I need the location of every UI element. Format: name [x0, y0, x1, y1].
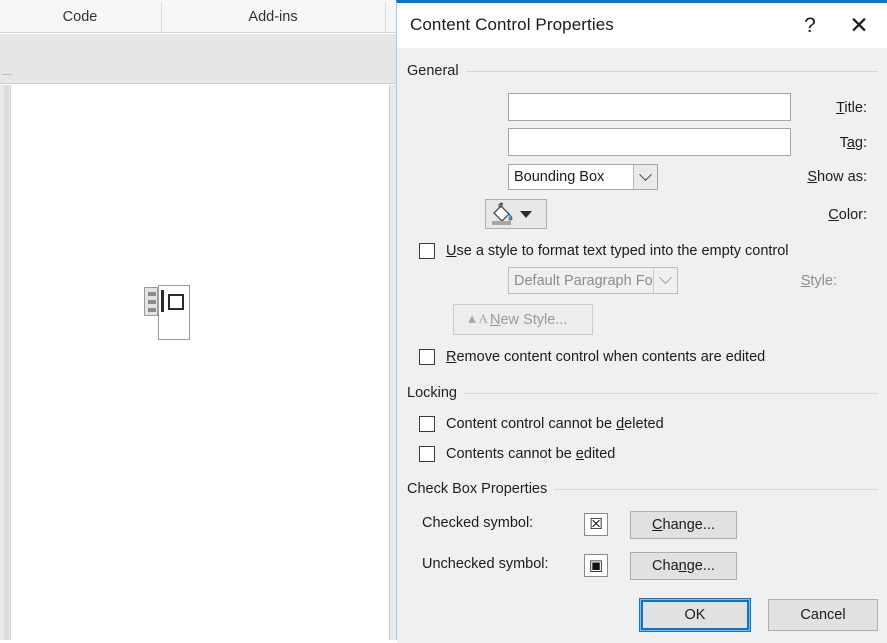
ribbon-group-add-ins-label: Add-ins [248, 8, 298, 25]
use-style-checkbox-label: Use a style to format text typed into th… [446, 243, 789, 259]
color-swatch [492, 221, 511, 225]
new-style-button[interactable]: ▲A New Style... [453, 304, 593, 335]
new-style-button-label: New Style... [490, 311, 568, 328]
cancel-button-label: Cancel [800, 607, 846, 623]
handle-dot-1 [148, 292, 156, 296]
help-glyph: ? [804, 13, 816, 37]
document-page[interactable] [10, 85, 390, 640]
change-checked-symbol-label: Change... [652, 517, 715, 533]
show-as-label: Show as: [807, 169, 867, 185]
cannot-delete-checkbox-row[interactable]: Content control cannot be deleted [419, 416, 664, 432]
section-header-locking: Locking [407, 385, 878, 401]
cannot-delete-checkbox[interactable] [419, 416, 435, 432]
section-general-rule [465, 70, 878, 72]
ribbon-separator-2 [385, 2, 386, 32]
unchecked-symbol-glyph: ▣ [588, 556, 604, 574]
section-check-box-properties-label: Check Box Properties [407, 481, 548, 497]
handle-dot-3 [148, 308, 156, 312]
chevron-down-icon[interactable] [633, 165, 657, 189]
title-field-label: Title: [836, 100, 867, 116]
cannot-edit-checkbox-row[interactable]: Contents cannot be edited [419, 446, 615, 462]
change-unchecked-symbol-button[interactable]: Change... [630, 552, 737, 580]
style-value: Default Paragraph Font [514, 272, 653, 289]
close-icon[interactable]: ✕ [831, 3, 887, 48]
remove-content-control-checkbox[interactable] [419, 349, 435, 365]
ribbon-group-code[interactable]: Code [0, 0, 160, 33]
content-control-drag-handle[interactable] [144, 287, 158, 316]
title-input[interactable] [508, 93, 791, 121]
section-header-general: General [407, 63, 878, 79]
paint-bucket-icon [489, 202, 515, 226]
cannot-delete-checkbox-label: Content control cannot be deleted [446, 416, 664, 432]
color-label: Color: [828, 207, 867, 223]
section-check-box-properties-rule [554, 488, 878, 490]
section-locking-rule [463, 392, 878, 394]
change-unchecked-symbol-label: Change... [652, 558, 715, 574]
ribbon-group-add-ins[interactable]: Add-ins [162, 0, 384, 33]
use-style-checkbox[interactable] [419, 243, 435, 259]
color-button[interactable] [485, 199, 547, 229]
ruler-tick-mark [2, 74, 12, 75]
cancel-button[interactable]: Cancel [768, 599, 878, 631]
style-label: Style: [800, 273, 837, 289]
dialog-title-bar[interactable]: Content Control Properties ? ✕ [397, 3, 887, 48]
unchecked-symbol-label: Unchecked symbol: [422, 556, 549, 572]
dialog-title: Content Control Properties [410, 15, 614, 34]
page-shadow [4, 85, 9, 640]
cannot-edit-checkbox-label: Contents cannot be edited [446, 446, 616, 462]
checked-symbol-glyph: ☒ [589, 515, 603, 533]
help-icon[interactable]: ? [789, 3, 831, 48]
caret-down-icon[interactable] [520, 210, 532, 218]
section-locking-label: Locking [407, 385, 457, 401]
show-as-value: Bounding Box [514, 169, 605, 185]
ribbon-group-code-label: Code [62, 8, 98, 25]
dialog-body: General Title: Tag: Show as: Bounding Bo… [397, 48, 887, 643]
content-control-properties-dialog: Content Control Properties ? ✕ General T… [396, 0, 887, 643]
chevron-down-icon-style[interactable] [653, 268, 677, 293]
tag-input[interactable] [508, 128, 791, 156]
remove-content-control-checkbox-label: Remove content control when contents are… [446, 349, 766, 365]
change-checked-symbol-button[interactable]: Change... [630, 511, 737, 539]
cannot-edit-checkbox[interactable] [419, 446, 435, 462]
unchecked-symbol-preview: ▣ [584, 554, 608, 577]
remove-content-control-checkbox-row[interactable]: Remove content control when contents are… [419, 349, 765, 365]
checked-symbol-preview: ☒ [584, 513, 608, 536]
ok-button-label: OK [684, 607, 706, 623]
ok-button[interactable]: OK [640, 599, 750, 631]
show-as-combobox[interactable]: Bounding Box [508, 164, 658, 190]
checked-symbol-label: Checked symbol: [422, 515, 534, 531]
section-general-label: General [407, 63, 459, 79]
style-combobox[interactable]: Default Paragraph Font [508, 267, 678, 294]
section-header-check-box-properties: Check Box Properties [407, 481, 878, 497]
tag-field-label: Tag: [839, 135, 867, 151]
handle-dot-2 [148, 300, 156, 304]
new-style-icon: ▲A [463, 311, 488, 326]
use-style-checkbox-row[interactable]: Use a style to format text typed into th… [419, 243, 789, 259]
close-glyph: ✕ [849, 12, 869, 38]
checkbox-symbol-in-document [168, 294, 184, 310]
content-control-cursor-bar [161, 290, 164, 312]
